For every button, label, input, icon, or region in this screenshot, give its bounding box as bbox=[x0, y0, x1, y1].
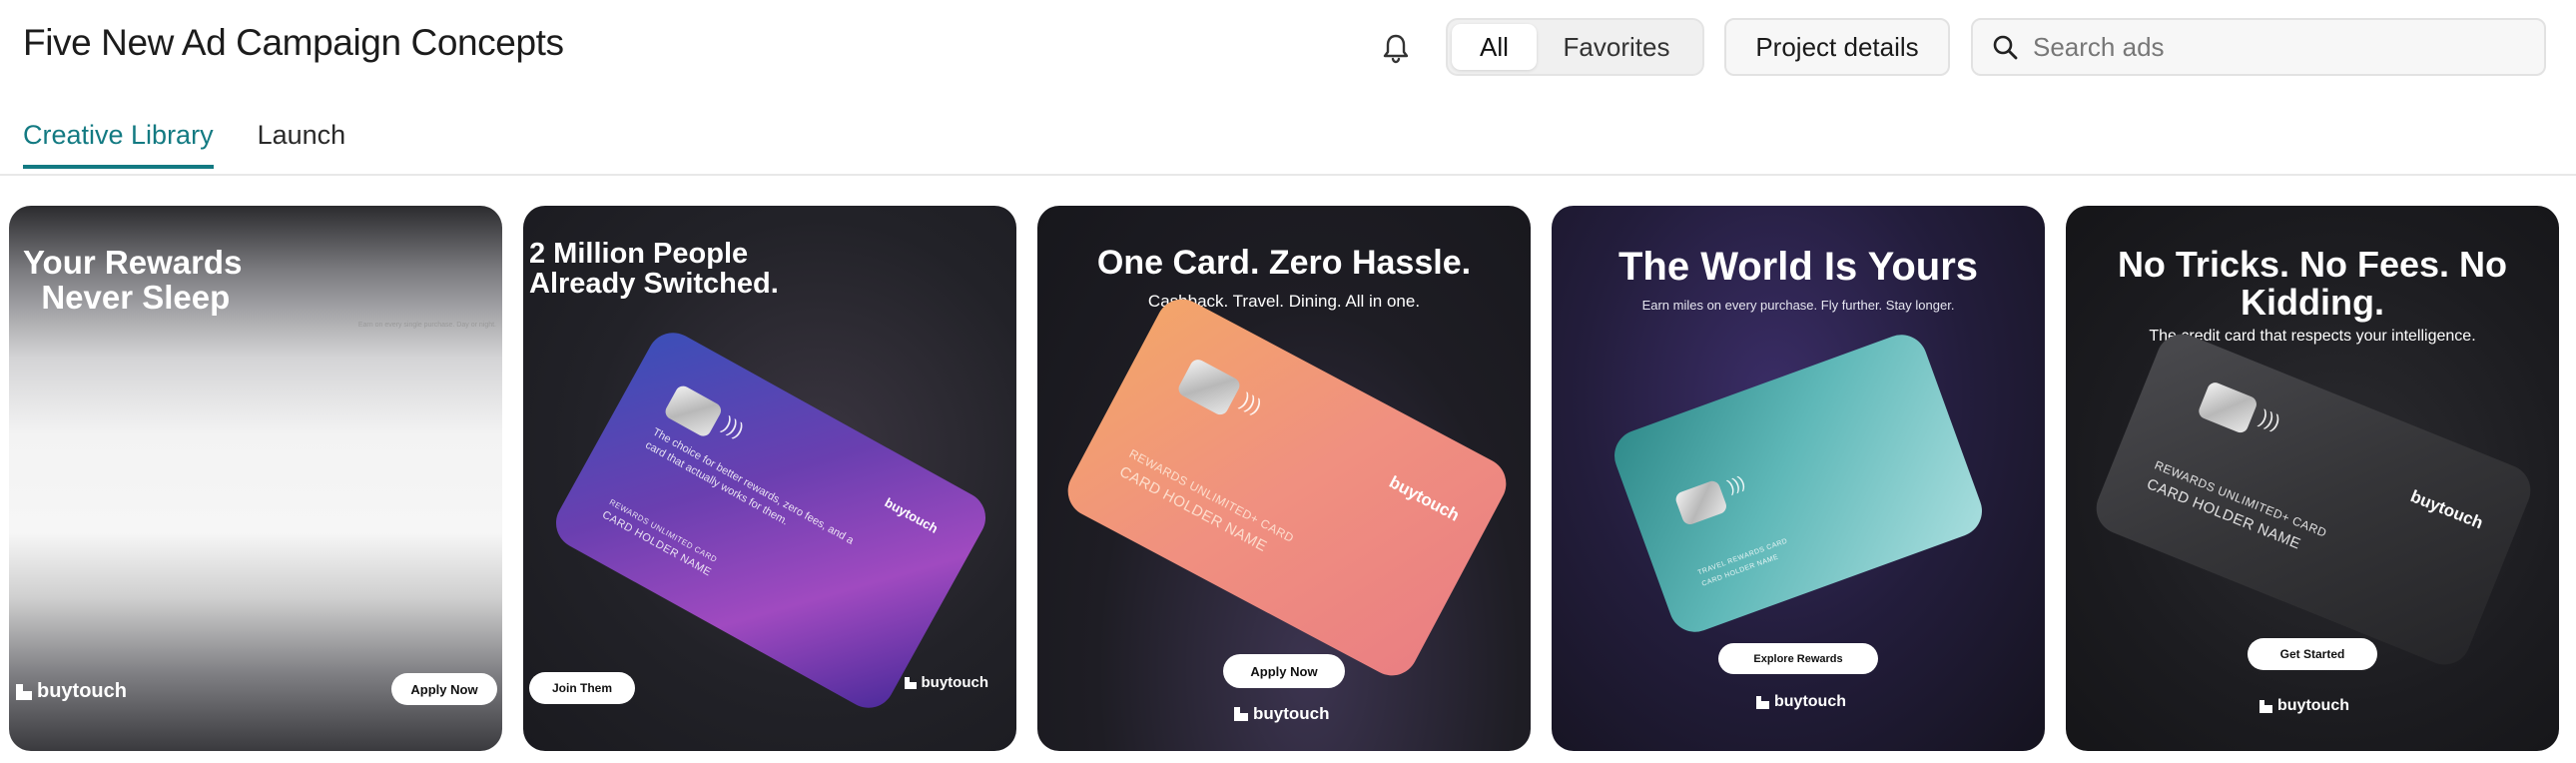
brand-name: buytouch bbox=[37, 680, 127, 702]
brand-logo: buytouch bbox=[16, 680, 127, 703]
ad-card[interactable]: One Card. Zero Hassle. Cashback. Travel.… bbox=[1037, 206, 1531, 751]
ad-grid: Your Rewards Never Sleep Earn on every s… bbox=[9, 206, 2567, 751]
ad-headline: 2 Million People Already Switched. bbox=[529, 238, 779, 301]
brand-mark-icon bbox=[1756, 695, 1769, 709]
contactless-icon: ))) bbox=[1724, 471, 1748, 496]
ad-cta-button[interactable]: Join Them bbox=[529, 672, 635, 704]
brand-mark-icon bbox=[2259, 699, 2272, 713]
contactless-icon: ))) bbox=[719, 412, 748, 442]
ad-subtext: Earn miles on every purchase. Fly furthe… bbox=[1641, 298, 1955, 313]
ad-card[interactable]: 2 Million People Already Switched. ))) b… bbox=[523, 206, 1016, 751]
ad-subtext: Cashback. Travel. Dining. All in one. bbox=[1147, 292, 1421, 311]
brand-mark-icon bbox=[16, 683, 32, 700]
page-title: Five New Ad Campaign Concepts bbox=[23, 22, 564, 63]
notification-bell-icon[interactable] bbox=[1376, 28, 1416, 68]
credit-card-image: ))) buytouch The choice for better rewar… bbox=[546, 323, 995, 718]
credit-card-image: ))) buytouch REWARDS UNLIMITED+ CARD CAR… bbox=[1058, 290, 1516, 685]
card-chip-icon bbox=[2196, 380, 2259, 435]
brand-logo: buytouch bbox=[904, 674, 989, 691]
ad-card[interactable]: No Tricks. No Fees. No Kidding. The cred… bbox=[2066, 206, 2559, 751]
ad-subtext: The credit card that respects your intel… bbox=[2149, 328, 2476, 345]
card-chip-icon bbox=[1175, 357, 1243, 417]
credit-card-image: ))) buytouch REWARDS UNLIMITED+ CARD CAR… bbox=[2088, 326, 2539, 673]
project-details-button[interactable]: Project details bbox=[1724, 18, 1950, 76]
tab-bar: Creative Library Launch bbox=[23, 120, 345, 169]
brand-logo: buytouch bbox=[2259, 697, 2349, 715]
card-brand: buytouch bbox=[882, 494, 941, 536]
brand-mark-icon bbox=[904, 676, 917, 689]
brand-name: buytouch bbox=[1253, 704, 1330, 723]
filter-all-button[interactable]: All bbox=[1452, 24, 1537, 70]
card-brand: buytouch bbox=[1386, 472, 1463, 525]
credit-card-image: ))) TRAVEL REWARDS CARD CARD HOLDER NAME bbox=[1607, 327, 1990, 640]
filter-favorites-button[interactable]: Favorites bbox=[1537, 24, 1696, 70]
ad-subtext: Earn on every single purchase. Day or ni… bbox=[357, 322, 496, 329]
tab-launch[interactable]: Launch bbox=[258, 120, 346, 169]
ad-cta-button[interactable]: Apply Now bbox=[391, 673, 497, 705]
ad-cta-button[interactable]: Get Started bbox=[2248, 638, 2377, 670]
ad-cta-button[interactable]: Apply Now bbox=[1223, 654, 1345, 688]
ad-card[interactable]: The World Is Yours Earn miles on every p… bbox=[1552, 206, 2045, 751]
ad-headline: No Tricks. No Fees. No Kidding. bbox=[2117, 244, 2508, 323]
ad-headline: One Card. Zero Hassle. bbox=[1096, 244, 1472, 282]
search-box bbox=[1971, 18, 2546, 76]
brand-name: buytouch bbox=[1774, 693, 1846, 710]
ad-headline: The World Is Yours bbox=[1617, 245, 1979, 289]
ad-cta-button[interactable]: Explore Rewards bbox=[1718, 643, 1878, 674]
search-input[interactable] bbox=[2033, 31, 2512, 63]
brand-mark-icon bbox=[1234, 707, 1248, 721]
page-header: Five New Ad Campaign Concepts All Favori… bbox=[0, 0, 2576, 176]
tab-creative-library[interactable]: Creative Library bbox=[23, 120, 214, 169]
card-chip-icon bbox=[662, 382, 724, 439]
filter-toggle: All Favorites bbox=[1446, 18, 1704, 76]
brand-name: buytouch bbox=[2277, 697, 2349, 714]
ad-headline: Your Rewards Never Sleep bbox=[23, 244, 243, 316]
card-brand: buytouch bbox=[2407, 486, 2486, 533]
card-chip-icon bbox=[1673, 478, 1729, 527]
ad-card[interactable]: Your Rewards Never Sleep Earn on every s… bbox=[9, 206, 502, 751]
brand-logo: buytouch bbox=[1234, 704, 1330, 724]
contactless-icon: ))) bbox=[1237, 388, 1266, 418]
search-icon bbox=[1993, 35, 2018, 60]
contactless-icon: ))) bbox=[2256, 405, 2283, 434]
brand-logo: buytouch bbox=[1756, 693, 1846, 711]
brand-name: buytouch bbox=[921, 674, 989, 691]
